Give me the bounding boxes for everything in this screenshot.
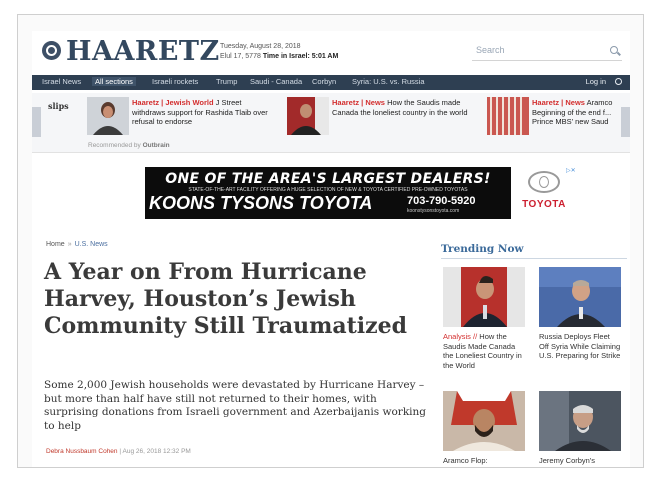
toyota-emblem-icon xyxy=(528,171,560,193)
nav-search-icon[interactable] xyxy=(615,78,622,85)
thumbnail-image xyxy=(487,97,529,135)
dateline: Tuesday, August 28, 2018 Elul 17, 5778 T… xyxy=(220,42,338,62)
rec-kicker: Haaretz | News xyxy=(332,98,385,107)
rec-kicker: Haaretz | Jewish World xyxy=(132,98,214,107)
trending-image xyxy=(539,267,621,327)
trending-caption: Jeremy Corbyn's xyxy=(539,456,596,465)
israel-time: Time in Israel: 5:01 AM xyxy=(262,53,339,60)
recommended-item[interactable]: Haaretz | News Aramco Beginning of the e… xyxy=(487,97,622,135)
thumbnail-image xyxy=(287,97,329,135)
attribution-prefix: Recommended by xyxy=(88,142,141,149)
nav-item-saudi-canada[interactable]: Saudi - Canada xyxy=(250,77,302,86)
publish-date: Aug 26, 2018 12:32 PM xyxy=(122,448,191,455)
ad-headline: ONE OF THE AREA'S LARGEST DEALERS! xyxy=(165,171,491,187)
search-placeholder: Search xyxy=(476,45,505,55)
outbrain-attribution[interactable]: Recommended by Outbrain xyxy=(88,142,170,149)
nav-item-israel-news[interactable]: Israel News xyxy=(42,77,81,86)
browser-page: HAARETZ Tuesday, August 28, 2018 Elul 17… xyxy=(32,31,630,467)
breadcrumb: Home» U.S. News xyxy=(46,241,108,248)
nav-item-trump[interactable]: Trump xyxy=(216,77,237,86)
trending-image xyxy=(443,267,525,327)
breadcrumb-separator: » xyxy=(67,241,72,248)
divider xyxy=(441,258,627,259)
outbrain-brand: Outbrain xyxy=(142,142,170,149)
ad-choices-icon[interactable]: ▷✕ xyxy=(566,167,576,175)
trending-image xyxy=(539,391,621,451)
nav-item-all-sections[interactable]: All sections xyxy=(92,77,136,86)
toyota-logo[interactable]: TOYOTA xyxy=(514,167,574,219)
trending-image xyxy=(443,391,525,451)
nav-item-israeli-rockets[interactable]: Israeli rockets xyxy=(152,77,198,86)
login-link[interactable]: Log in xyxy=(586,77,606,86)
ad-url: koonstysonstoyota.com xyxy=(407,208,460,214)
breadcrumb-home[interactable]: Home xyxy=(46,241,65,248)
rec-kicker: Haaretz | News xyxy=(532,98,585,107)
breadcrumb-section[interactable]: U.S. News xyxy=(75,241,108,248)
trending-item[interactable]: Russia Deploys Fleet Off Syria While Cla… xyxy=(539,267,621,361)
trending-item[interactable]: Analysis // How the Saudis Made Canada t… xyxy=(443,267,525,370)
main-nav: Israel News All sections Israeli rockets… xyxy=(32,75,630,90)
trending-caption: Russia Deploys Fleet Off Syria While Cla… xyxy=(539,332,621,360)
ad-dealer-name: KOONS TYSONS TOYOTA xyxy=(149,193,373,213)
site-logo[interactable]: HAARETZ xyxy=(66,36,220,67)
chevron-right-icon[interactable] xyxy=(621,107,630,137)
haaretz-logo-icon[interactable] xyxy=(42,41,61,60)
trending-kicker: Analysis // xyxy=(443,332,478,341)
trending-item[interactable]: Aramco Flop: xyxy=(443,391,525,466)
recommended-strip: slips Haaretz | Jewish World J Street wi… xyxy=(32,93,630,153)
date-gregorian: Tuesday, August 28, 2018 xyxy=(220,43,301,50)
screenshot-frame: HAARETZ Tuesday, August 28, 2018 Elul 17… xyxy=(17,14,644,468)
trending-caption: Aramco Flop: xyxy=(443,456,488,465)
chevron-left-icon[interactable] xyxy=(32,107,41,137)
article-dek: Some 2,000 Jewish households were devast… xyxy=(44,379,427,432)
recommended-item[interactable]: Haaretz | News How the Saudis made Canad… xyxy=(287,97,472,135)
trending-item[interactable]: Jeremy Corbyn's xyxy=(539,391,621,466)
nav-item-syria[interactable]: Syria: U.S. vs. Russia xyxy=(352,77,425,86)
byline: Debra Nussbaum Cohen | Aug 26, 2018 12:3… xyxy=(46,448,191,455)
article-headline: A Year on From Hurricane Harvey, Houston… xyxy=(44,259,408,339)
ad-banner[interactable]: ONE OF THE AREA'S LARGEST DEALERS! STATE… xyxy=(145,167,511,219)
ad-phone: 703-790-5920 xyxy=(407,195,476,207)
recommended-item[interactable]: Haaretz | Jewish World J Street withdraw… xyxy=(87,97,272,135)
date-hebrew: Elul 17, 5778 xyxy=(220,53,261,60)
search-input[interactable]: Search xyxy=(472,41,622,61)
author-link[interactable]: Debra Nussbaum Cohen xyxy=(46,448,118,455)
masthead: HAARETZ Tuesday, August 28, 2018 Elul 17… xyxy=(32,31,630,71)
strip-label: slips xyxy=(48,101,69,111)
thumbnail-image xyxy=(87,97,129,135)
search-icon[interactable] xyxy=(610,46,618,54)
trending-title: Trending Now xyxy=(441,243,524,255)
toyota-wordmark: TOYOTA xyxy=(522,199,566,210)
nav-item-corbyn[interactable]: Corbyn xyxy=(312,77,336,86)
